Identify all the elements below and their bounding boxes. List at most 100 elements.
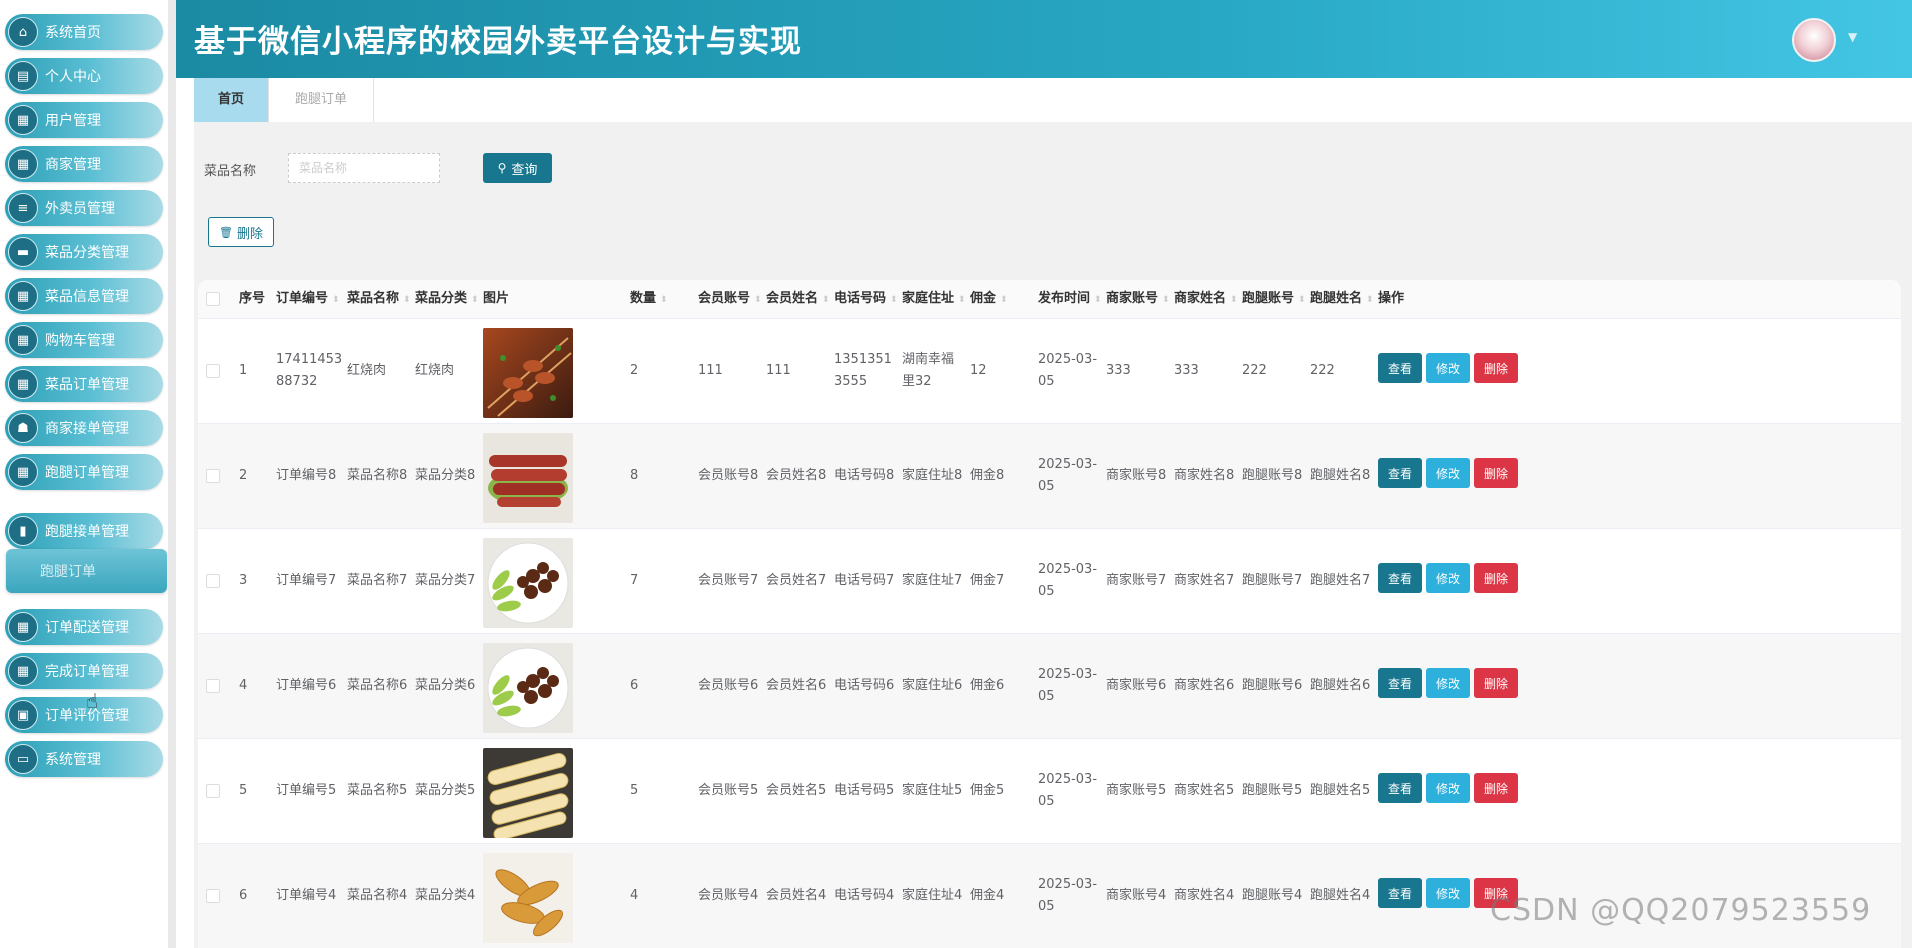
cell-text: 跑腿姓名6	[1310, 678, 1371, 693]
sort-caret-icon[interactable]: ⬍	[1162, 295, 1170, 305]
sort-caret-icon[interactable]: ⬍	[403, 295, 411, 305]
header-col-merchant-account[interactable]: 商家账号 ⬍	[1106, 280, 1170, 318]
sidebar-item[interactable]: ≡ 外卖员管理	[5, 190, 163, 226]
view-button[interactable]: 查看	[1378, 878, 1422, 908]
sort-caret-icon[interactable]: ⬍	[822, 295, 830, 305]
row-checkbox[interactable]	[206, 739, 220, 843]
sidebar-item[interactable]: ▦ 菜品信息管理	[5, 278, 163, 314]
row-checkbox[interactable]	[206, 319, 220, 423]
grid-icon: ▦	[8, 369, 38, 399]
cell-merchant-account: 333	[1106, 319, 1170, 423]
cell-runner-account: 跑腿账号6	[1242, 634, 1306, 738]
sidebar-item[interactable]: ▦ 购物车管理	[5, 322, 163, 358]
dish-image	[483, 433, 573, 523]
cell-order-no: 订单编号5	[276, 739, 344, 843]
sidebar-item-label: 跑腿订单管理	[45, 465, 129, 481]
sidebar-item[interactable]: ▦ 菜品订单管理	[5, 366, 163, 402]
cell-commission: 12	[970, 319, 1034, 423]
header-col-runner-account[interactable]: 跑腿账号 ⬍	[1242, 280, 1306, 318]
sidebar-item[interactable]: ▤ 个人中心	[5, 58, 163, 94]
view-button[interactable]: 查看	[1378, 458, 1422, 488]
header-col-member-name[interactable]: 会员姓名 ⬍	[766, 280, 830, 318]
row-checkbox[interactable]	[206, 634, 220, 738]
cell-text: 会员账号6	[698, 678, 759, 693]
sort-caret-icon[interactable]: ⬍	[754, 295, 762, 305]
edit-button[interactable]: 修改	[1426, 878, 1470, 908]
edit-button[interactable]: 修改	[1426, 458, 1470, 488]
batch-delete-button[interactable]: 🗑 删除	[208, 217, 274, 247]
header-col-order-no[interactable]: 订单编号 ⬍	[276, 280, 340, 318]
delete-button[interactable]: 删除	[1474, 668, 1518, 698]
sort-caret-icon[interactable]: ⬍	[958, 295, 966, 305]
header-col-phone[interactable]: 电话号码 ⬍	[834, 280, 898, 318]
cell-commission: 佣金6	[970, 634, 1034, 738]
cell-text: 333	[1106, 363, 1131, 378]
checkbox-box	[206, 292, 220, 306]
header-col-dish-category[interactable]: 菜品分类 ⬍	[415, 280, 479, 318]
cell-text: 家庭住址4	[902, 888, 963, 903]
edit-button[interactable]: 修改	[1426, 353, 1470, 383]
cell-text: 商家账号7	[1106, 573, 1167, 588]
delete-button[interactable]: 删除	[1474, 773, 1518, 803]
sidebar-item[interactable]: ▬ 菜品分类管理	[5, 234, 163, 270]
header-col-runner-name[interactable]: 跑腿姓名 ⬍	[1310, 280, 1374, 318]
sidebar-item[interactable]: ▦ 商家管理	[5, 146, 163, 182]
sort-caret-icon[interactable]: ⬍	[1230, 295, 1238, 305]
cell-text: 菜品分类5	[415, 783, 476, 798]
cell-phone: 电话号码5	[834, 739, 898, 843]
sidebar-item[interactable]: ▦ 用户管理	[5, 102, 163, 138]
cell-address: 家庭住址8	[902, 424, 966, 528]
sidebar-item[interactable]: ⌂ 系统首页	[5, 14, 163, 50]
row-checkbox[interactable]	[206, 844, 220, 948]
sort-caret-icon[interactable]: ⬍	[890, 295, 898, 305]
sidebar-subitem-errand-orders[interactable]: 跑腿订单	[6, 549, 167, 593]
edit-button[interactable]: 修改	[1426, 668, 1470, 698]
header-col-commission[interactable]: 佣金 ⬍	[970, 280, 1008, 318]
header-col-dish-name[interactable]: 菜品名称 ⬍	[347, 280, 411, 318]
header-label: 会员账号	[698, 291, 751, 306]
view-button[interactable]: 查看	[1378, 563, 1422, 593]
cell-text: 会员姓名6	[766, 678, 827, 693]
sort-caret-icon[interactable]: ⬍	[660, 295, 668, 305]
view-button[interactable]: 查看	[1378, 353, 1422, 383]
avatar[interactable]	[1792, 18, 1836, 62]
delete-button[interactable]: 删除	[1474, 563, 1518, 593]
sort-caret-icon[interactable]: ⬍	[1094, 295, 1102, 305]
cell-text: 商家姓名8	[1174, 468, 1235, 483]
header-col-member-account[interactable]: 会员账号 ⬍	[698, 280, 762, 318]
edit-button[interactable]: 修改	[1426, 563, 1470, 593]
sidebar-item[interactable]: ▮ 跑腿接单管理	[5, 513, 163, 549]
sort-caret-icon[interactable]: ⬍	[1366, 295, 1374, 305]
sort-caret-icon[interactable]: ⬍	[332, 295, 340, 305]
header-col-address[interactable]: 家庭住址 ⬍	[902, 280, 966, 318]
search-input[interactable]	[288, 153, 440, 183]
row-checkbox[interactable]	[206, 529, 220, 633]
sidebar-item[interactable]: ▦ 订单配送管理	[5, 609, 163, 645]
select-all-checkbox[interactable]	[206, 280, 220, 318]
sidebar-item[interactable]: ▦ 完成订单管理	[5, 653, 163, 689]
header-col-publish-time[interactable]: 发布时间 ⬍	[1038, 280, 1102, 318]
sidebar-item[interactable]: ▦ 跑腿订单管理	[5, 454, 163, 490]
delete-button[interactable]: 删除	[1474, 353, 1518, 383]
sort-caret-icon[interactable]: ⬍	[1000, 295, 1008, 305]
view-button[interactable]: 查看	[1378, 668, 1422, 698]
delete-button[interactable]: 删除	[1474, 458, 1518, 488]
edit-button[interactable]: 修改	[1426, 773, 1470, 803]
tab-home[interactable]: 首页	[194, 78, 270, 122]
sidebar-scrollbar[interactable]	[168, 0, 176, 948]
sort-caret-icon[interactable]: ⬍	[471, 295, 479, 305]
sidebar-subitem-label: 跑腿订单	[40, 564, 96, 580]
header-col-quantity[interactable]: 数量 ⬍	[630, 280, 668, 318]
view-button[interactable]: 查看	[1378, 773, 1422, 803]
cell-text: 商家账号8	[1106, 468, 1167, 483]
hand-cursor-icon: ☝	[86, 689, 99, 713]
row-checkbox[interactable]	[206, 424, 220, 528]
tab-errand-orders[interactable]: 跑腿订单	[269, 78, 375, 122]
sidebar-item[interactable]: ☗ 商家接单管理	[5, 410, 163, 446]
sidebar-item[interactable]: ▭ 系统管理	[5, 741, 163, 777]
caret-down-icon[interactable]: ▼	[1848, 30, 1857, 44]
query-button[interactable]: ⚲ 查询	[483, 153, 552, 183]
sort-caret-icon[interactable]: ⬍	[1298, 295, 1306, 305]
sidebar-item[interactable]: ▣ 订单评价管理	[5, 697, 163, 733]
header-col-merchant-name[interactable]: 商家姓名 ⬍	[1174, 280, 1238, 318]
